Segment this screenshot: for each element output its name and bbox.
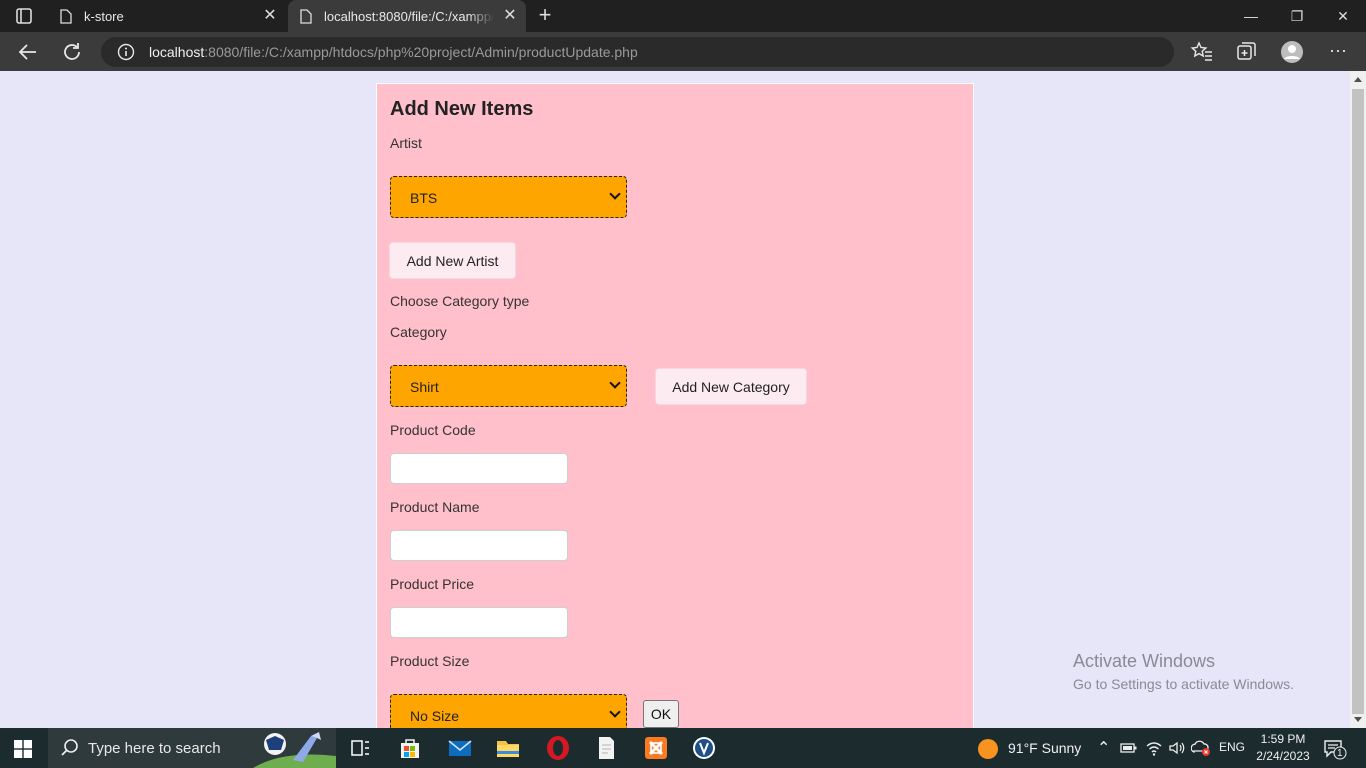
tab-close-icon[interactable]: ✕ [502,8,518,24]
watermark-subtitle: Go to Settings to activate Windows. [1073,676,1294,692]
add-new-artist-button[interactable]: Add New Artist [389,242,516,279]
task-view-icon[interactable] [346,734,374,762]
address-bar[interactable]: localhost:8080/file:/C:/xampp/htdocs/php… [101,37,1174,67]
product-code-label: Product Code [390,422,476,438]
chevron-down-icon [609,377,621,389]
notification-center-icon[interactable] [1323,738,1347,760]
chevron-down-icon [609,706,621,718]
onedrive-error-icon[interactable] [1191,739,1211,757]
taskbar-search-box[interactable]: Type here to search [48,728,336,768]
clock-date: 2/24/2023 [1256,749,1310,763]
size-select[interactable]: No Size [390,694,627,728]
battery-icon[interactable] [1120,741,1138,755]
activate-windows-watermark: Activate Windows Go to Settings to activ… [1073,651,1294,692]
notepad-icon[interactable] [592,734,620,762]
windows-taskbar: Type here to search 91°F Sunny ⌃ ENG 1:5… [0,728,1366,768]
artist-select[interactable]: BTS [390,176,627,218]
artist-label: Artist [390,135,422,151]
tab-k-store[interactable]: k-store ✕ [48,0,286,32]
size-select-value: No Size [410,708,460,724]
refresh-icon[interactable] [60,40,84,64]
language-indicator[interactable]: ENG [1219,740,1245,768]
favorites-icon[interactable] [1190,40,1214,64]
scrollbar-thumb[interactable] [1352,89,1364,714]
collections-icon[interactable] [1234,40,1258,64]
watermark-title: Activate Windows [1073,651,1216,671]
tab-product-update[interactable]: localhost:8080/file:/C:/xampp/htdocs/php… [288,0,526,32]
restore-button[interactable]: ❐ [1274,0,1320,32]
product-name-input[interactable] [390,530,568,561]
site-info-icon[interactable] [117,43,135,61]
mail-icon[interactable] [446,734,474,762]
microsoft-store-icon[interactable] [396,734,424,762]
windows-start-icon[interactable] [14,740,32,758]
weather-sun-icon[interactable] [977,738,999,760]
more-menu-icon[interactable]: ··· [1326,40,1350,64]
product-price-label: Product Price [390,576,475,592]
category-select-value: Shirt [410,379,439,395]
system-clock[interactable]: 1:59 PM 2/24/2023 [1252,731,1314,765]
form-heading: Add New Items [390,98,534,120]
new-tab-button[interactable]: + [534,4,556,26]
product-size-label: Product Size [390,653,470,669]
browser-tab-bar: k-store ✕ localhost:8080/file:/C:/xampp/… [0,0,1366,32]
artist-select-value: BTS [410,190,438,206]
product-name-label: Product Name [390,499,480,515]
clock-time: 1:59 PM [1260,732,1306,746]
category-label: Category [390,324,447,340]
chevron-down-icon [609,188,621,200]
search-placeholder: Type here to search [88,740,221,757]
page-icon [60,9,72,24]
tab-actions-icon[interactable] [12,7,36,25]
page-viewport: Add New Items Artist BTS Add New Artist … [0,71,1350,728]
profile-avatar-icon[interactable] [1280,40,1304,64]
back-icon[interactable] [16,40,40,64]
scroll-down-icon[interactable] [1354,717,1362,722]
opera-browser-icon[interactable] [544,734,572,762]
page-icon [300,9,312,24]
tab-close-icon[interactable]: ✕ [262,8,278,24]
page-scrollbar[interactable] [1350,71,1366,728]
product-code-input[interactable] [390,453,568,484]
add-item-form: Add New Items Artist BTS Add New Artist … [376,83,974,728]
search-icon [61,739,78,756]
category-select[interactable]: Shirt [390,365,627,407]
search-highlight-icon [253,732,336,768]
close-window-button[interactable]: ✕ [1320,0,1366,32]
minimize-button[interactable]: — [1228,0,1274,32]
notification-count-badge: 1 [1337,748,1343,759]
add-new-category-button[interactable]: Add New Category [655,368,807,405]
scroll-up-icon[interactable] [1354,77,1362,82]
ok-button[interactable]: OK [643,700,679,728]
category-type-label: Choose Category type [390,293,530,309]
url-text: localhost:8080/file:/C:/xampp/htdocs/php… [149,44,638,60]
xampp-icon[interactable] [642,734,670,762]
weather-text[interactable]: 91°F Sunny [1008,740,1081,768]
tab-title: k-store [84,9,124,24]
product-price-input[interactable] [390,607,568,638]
wifi-icon[interactable] [1145,739,1163,757]
tab-title: localhost:8080/file:/C:/xampp/htdocs/php… [324,9,494,24]
volume-icon[interactable] [1168,739,1186,757]
show-hidden-icons-icon[interactable]: ⌃ [1097,738,1110,768]
vpn-app-icon[interactable] [690,734,718,762]
file-explorer-icon[interactable] [494,734,522,762]
